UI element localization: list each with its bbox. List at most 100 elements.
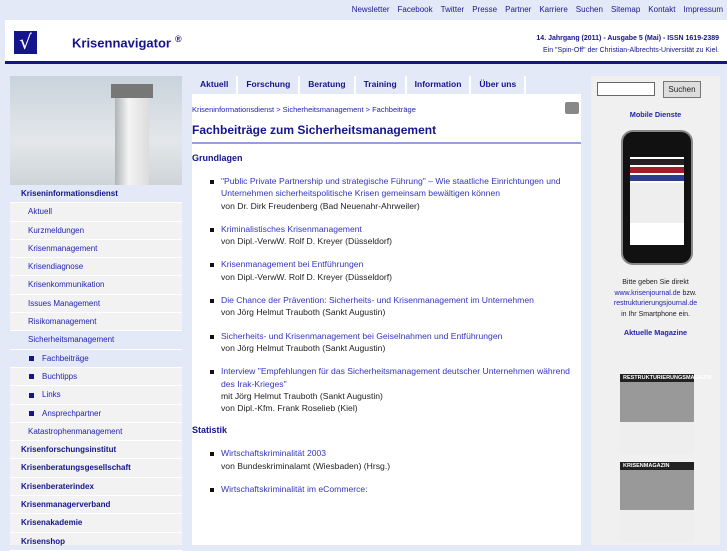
article-author: von Bundeskriminalamt (Wiesbaden) (Hrsg.… bbox=[221, 460, 391, 471]
sidebar-item-label: Links bbox=[42, 390, 61, 400]
top-link-karriere[interactable]: Karriere bbox=[539, 5, 567, 14]
sidebar-item[interactable]: Links bbox=[10, 386, 182, 405]
sidebar-item-label: Kriseninformationsdienst bbox=[21, 189, 118, 198]
article-author: von Dipl.-VerwW. Rolf D. Kreyer (Düsseld… bbox=[221, 236, 392, 247]
sidebar-item[interactable]: Buchtipps bbox=[10, 368, 182, 387]
magazine-cover-2[interactable]: KRISENMAGAZIN bbox=[620, 462, 694, 542]
article-author: von Jörg Helmut Trauboth (Sankt Augustin… bbox=[221, 342, 386, 353]
sidebar-item[interactable]: Ansprechpartner bbox=[10, 405, 182, 423]
main-menu: Aktuell Forschung Beratung Training Informat… bbox=[192, 76, 581, 94]
sidebar-item-label: Krisenkommunikation bbox=[28, 280, 105, 290]
screen-bar bbox=[630, 159, 684, 165]
sidebar-item[interactable]: Krisenakademie bbox=[10, 514, 182, 533]
sidebar-item[interactable]: Krisenmanagerverband bbox=[10, 496, 182, 515]
article-author: von Dr. Dirk Freudenberg (Bad Neuenahr-A… bbox=[221, 200, 420, 211]
sidebar-item-label: Fachbeiträge bbox=[42, 353, 89, 363]
sidebar-item[interactable]: Fachbeiträge bbox=[10, 349, 182, 368]
mobile-heading: Mobile Dienste bbox=[629, 110, 682, 119]
sidebar-item[interactable]: Krisenberaterindex bbox=[10, 478, 182, 497]
sidebar-item-label: Krisenmanagement bbox=[28, 243, 98, 253]
sidebar-item[interactable]: Kurzmeldungen bbox=[10, 222, 182, 240]
list-item: Sicherheits- und Krisenmanagement bei Ge… bbox=[202, 330, 581, 355]
sidebar-item[interactable]: Katastrophenmanagement bbox=[10, 423, 182, 442]
article-sections: Grundlagen "Public Private Partnership un… bbox=[192, 153, 581, 495]
top-link-facebook[interactable]: Facebook bbox=[398, 5, 433, 14]
sidebar-nav: Kriseninformationsdienst Aktuell Kurzmeldu… bbox=[10, 185, 182, 551]
top-link-presse[interactable]: Presse bbox=[472, 5, 497, 14]
sidebar-item-label: Krisenakademie bbox=[21, 518, 83, 528]
restrukturierungsjournal-link[interactable]: restrukturierungsjournal.de bbox=[614, 300, 697, 307]
menu-tab[interactable]: Über uns bbox=[471, 76, 527, 94]
sidebar-item[interactable]: Risikomanagement bbox=[10, 313, 182, 332]
top-link-suchen[interactable]: Suchen bbox=[576, 5, 603, 14]
search-input[interactable] bbox=[597, 82, 655, 96]
mobile-text-2: bzw. bbox=[682, 289, 697, 297]
article-link[interactable]: Sicherheits- und Krisenmanagement bei Ge… bbox=[221, 331, 502, 341]
top-link-twitter[interactable]: Twitter bbox=[441, 5, 465, 14]
screen-bar bbox=[630, 175, 684, 181]
sidebar-item-label: Krisenforschungsinstitut bbox=[21, 445, 117, 455]
mobile-text: Bitte geben Sie direkt www.krisenjournal… bbox=[591, 278, 720, 320]
article-link[interactable]: Krisenmanagement bei Entführungen bbox=[221, 259, 363, 269]
smartphone-image[interactable] bbox=[621, 130, 693, 265]
sidebar-item[interactable]: Krisenkommunikation bbox=[10, 276, 182, 295]
main-content: Aktuell Forschung Beratung Training Informat… bbox=[192, 76, 581, 545]
spinoff-line: Ein "Spin-Off" der Christian-Albrechts-U… bbox=[542, 47, 719, 54]
brand[interactable]: Krisennavigator ® bbox=[72, 34, 182, 50]
sidebar-item-label: Ansprechpartner bbox=[42, 408, 102, 418]
magazine-cover-1[interactable]: RESTRUKTURIERUNGSMAGAZIN bbox=[620, 374, 712, 454]
top-link-kontakt[interactable]: Kontakt bbox=[648, 5, 675, 14]
top-link-newsletter[interactable]: Newsletter bbox=[352, 5, 390, 14]
section-heading: Statistik bbox=[192, 425, 228, 436]
sidebar-item-label: Krisenberatungsgesellschaft bbox=[21, 463, 131, 473]
sidebar-item-label: Krisendiagnose bbox=[28, 262, 84, 272]
sidebar-item[interactable]: Krisenberatungsgesellschaft bbox=[10, 459, 182, 478]
breadcrumb[interactable]: Kriseninformationsdienst > Sicherheitsma… bbox=[192, 105, 581, 117]
menu-tab[interactable]: Training bbox=[356, 76, 407, 94]
article-link[interactable]: "Public Private Partnership und strategi… bbox=[221, 176, 561, 198]
sidebar-item-label: Risikomanagement bbox=[28, 317, 97, 327]
sidebar: Kriseninformationsdienst Aktuell Kurzmeldu… bbox=[10, 76, 182, 551]
brand-name: Krisennavigator bbox=[72, 35, 171, 51]
sidebar-item[interactable]: Issues Management bbox=[10, 295, 182, 314]
top-link-partner[interactable]: Partner bbox=[505, 5, 531, 14]
sidebar-item-label: Sicherheitsmanagement bbox=[28, 335, 115, 345]
issue-info: 14. Jahrgang (2011) - Ausgabe 5 (Mai) - … bbox=[536, 33, 719, 57]
top-links: Newsletter Facebook Twitter Presse Partner Ka… bbox=[0, 0, 727, 20]
lighthouse bbox=[111, 84, 153, 185]
article-link[interactable]: Wirtschaftskriminalität 2003 bbox=[221, 448, 326, 458]
article-author: von Dipl.-Kfm. Frank Roselieb (Kiel) bbox=[221, 403, 358, 414]
mobile-text-3: in Ihr Smartphone ein. bbox=[621, 310, 690, 318]
sidebar-item[interactable]: Aktuell bbox=[10, 203, 182, 222]
sidebar-item-label: Katastrophenmanagement bbox=[28, 426, 123, 436]
article-link[interactable]: Die Chance der Prävention: Sicherheits- … bbox=[221, 295, 534, 305]
article-list: "Public Private Partnership und strategi… bbox=[202, 175, 581, 414]
header: √ Krisennavigator ® 14. Jahrgang (2011) -… bbox=[5, 20, 727, 64]
top-link-sitemap[interactable]: Sitemap bbox=[611, 5, 640, 14]
registered-mark: ® bbox=[174, 34, 182, 44]
sidebar-item[interactable]: Krisenforschungsinstitut bbox=[10, 441, 182, 460]
sidebar-item[interactable]: Kriseninformationsdienst bbox=[10, 185, 182, 204]
top-link-impressum[interactable]: Impressum bbox=[683, 5, 723, 14]
article-link[interactable]: Interview "Empfehlungen für das Sicherhe… bbox=[221, 366, 570, 388]
search-button[interactable]: Suchen bbox=[663, 81, 701, 98]
menu-tab[interactable]: Information bbox=[407, 76, 472, 94]
menu-tab[interactable]: Aktuell bbox=[192, 76, 239, 94]
krisenjournal-link[interactable]: www.krisenjournal.de bbox=[614, 290, 680, 297]
right-column: Suchen Mobile Dienste Bitte geben Sie di… bbox=[591, 76, 720, 545]
sidebar-item[interactable]: Krisenshop bbox=[10, 533, 182, 551]
sidebar-item-label: Krisenmanagerverband bbox=[21, 500, 111, 510]
sidebar-item[interactable]: Krisendiagnose bbox=[10, 258, 182, 277]
phone-screen bbox=[630, 157, 684, 245]
logo-icon[interactable]: √ bbox=[14, 31, 37, 54]
sidebar-item[interactable]: Sicherheitsmanagement bbox=[10, 331, 182, 350]
menu-tab[interactable]: Beratung bbox=[300, 76, 356, 94]
sidebar-item-label: Krisenberaterindex bbox=[21, 481, 94, 491]
sidebar-item[interactable]: Krisenmanagement bbox=[10, 240, 182, 259]
article-link[interactable]: Kriminalistisches Krisenmanagement bbox=[221, 224, 362, 234]
article-link[interactable]: Wirtschaftskriminalität im eCommerce: bbox=[221, 484, 368, 494]
printer-icon[interactable] bbox=[565, 102, 579, 114]
magazines-heading: Aktuelle Magazine bbox=[623, 328, 688, 337]
menu-tab[interactable]: Forschung bbox=[238, 76, 301, 94]
list-item: Wirtschaftskriminalität im eCommerce: bbox=[202, 483, 581, 495]
